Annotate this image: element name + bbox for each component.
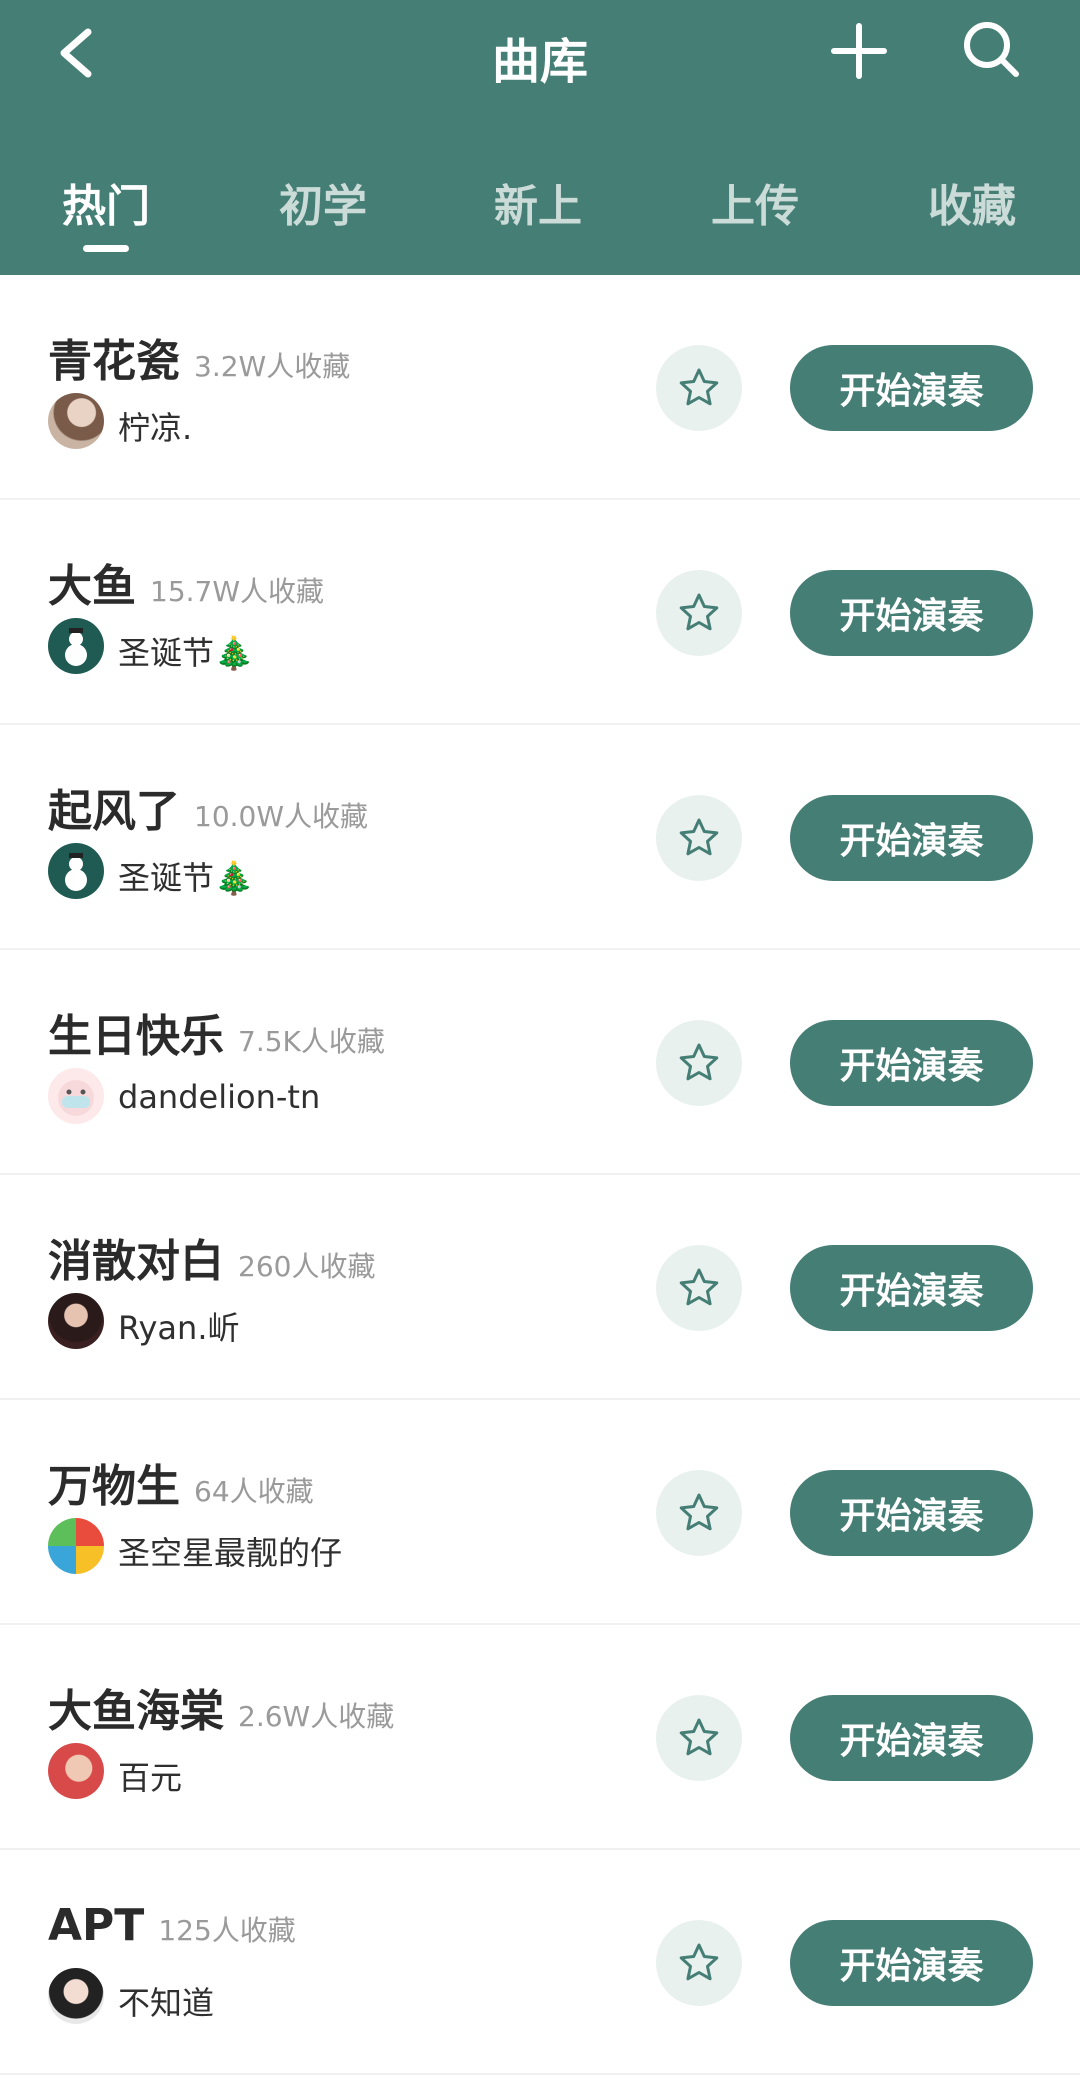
avatar[interactable] — [48, 1743, 104, 1799]
star-icon — [679, 1718, 719, 1756]
song-row[interactable]: 万物生 64人收藏 圣空星最靓的仔 开始演奏 — [0, 1400, 1080, 1625]
tab-beginner[interactable]: 初学 — [243, 170, 403, 234]
song-title: 大鱼海棠 — [48, 1686, 224, 1737]
song-row[interactable]: APT 125人收藏 不知道 开始演奏 — [0, 1850, 1080, 2075]
favorite-button[interactable] — [656, 345, 742, 431]
favorite-button[interactable] — [656, 1920, 742, 2006]
author-name[interactable]: 圣诞节🎄 — [118, 853, 254, 899]
favorite-button[interactable] — [656, 570, 742, 656]
song-title: APT — [48, 1900, 145, 1951]
song-title: 起风了 — [48, 786, 180, 837]
star-icon — [679, 1493, 719, 1531]
avatar[interactable] — [48, 843, 104, 899]
start-playing-button[interactable]: 开始演奏 — [790, 1020, 1033, 1106]
star-icon — [679, 1943, 719, 1981]
favorite-button[interactable] — [656, 1695, 742, 1781]
favorite-count: 7.5K人收藏 — [238, 1025, 385, 1058]
song-list: 青花瓷 3.2W人收藏 柠凉. 开始演奏 大鱼 15.7W人收藏 圣诞节🎄 开始… — [0, 275, 1080, 2075]
star-icon — [679, 593, 719, 631]
author-name[interactable]: 圣空星最靓的仔 — [118, 1528, 342, 1574]
song-title: 消散对白 — [48, 1236, 224, 1287]
song-row[interactable]: 大鱼海棠 2.6W人收藏 百元 开始演奏 — [0, 1625, 1080, 1850]
song-title: 万物生 — [48, 1461, 180, 1512]
page-title: 曲库 — [491, 34, 588, 90]
tab-favorites[interactable]: 收藏 — [892, 170, 1052, 234]
author-name[interactable]: 柠凉. — [118, 403, 192, 449]
favorite-count: 2.6W人收藏 — [238, 1700, 395, 1733]
category-tabs: 热门 初学 新上 上传 收藏 — [0, 160, 1080, 260]
author-name[interactable]: 百元 — [118, 1753, 182, 1799]
app-header: 曲库 热门 初学 新上 上传 收藏 — [0, 0, 1080, 275]
snowman-avatar-icon — [65, 853, 87, 891]
start-playing-button[interactable]: 开始演奏 — [790, 345, 1033, 431]
start-playing-button[interactable]: 开始演奏 — [790, 1695, 1033, 1781]
avatar[interactable] — [48, 1068, 104, 1124]
avatar[interactable] — [48, 1968, 104, 2024]
chevron-left-icon — [60, 28, 92, 78]
star-icon — [679, 368, 719, 406]
cartoon-avatar-icon — [58, 1080, 94, 1116]
back-button[interactable] — [50, 18, 110, 88]
song-row[interactable]: 消散对白 260人收藏 Ryan.岓 开始演奏 — [0, 1175, 1080, 1400]
song-row[interactable]: 青花瓷 3.2W人收藏 柠凉. 开始演奏 — [0, 275, 1080, 500]
avatar[interactable] — [48, 1293, 104, 1349]
avatar[interactable] — [48, 618, 104, 674]
star-icon — [679, 818, 719, 856]
author-name[interactable]: 不知道 — [118, 1978, 214, 2024]
favorite-button[interactable] — [656, 795, 742, 881]
tab-hot[interactable]: 热门 — [26, 170, 186, 234]
favorite-count: 10.0W人收藏 — [194, 800, 369, 833]
avatar[interactable] — [48, 1518, 104, 1574]
song-title: 生日快乐 — [48, 1011, 224, 1062]
author-name[interactable]: 圣诞节🎄 — [118, 628, 254, 674]
song-row[interactable]: 生日快乐 7.5K人收藏 dandelion-tn 开始演奏 — [0, 950, 1080, 1175]
song-title: 大鱼 — [48, 561, 136, 612]
favorite-button[interactable] — [656, 1470, 742, 1556]
author-name[interactable]: dandelion-tn — [118, 1078, 320, 1116]
star-icon — [679, 1268, 719, 1306]
start-playing-button[interactable]: 开始演奏 — [790, 1920, 1033, 2006]
favorite-button[interactable] — [656, 1020, 742, 1106]
start-playing-button[interactable]: 开始演奏 — [790, 570, 1033, 656]
start-playing-button[interactable]: 开始演奏 — [790, 1245, 1033, 1331]
search-button[interactable] — [958, 16, 1024, 82]
plus-icon — [831, 23, 887, 79]
start-playing-button[interactable]: 开始演奏 — [790, 1470, 1033, 1556]
favorite-count: 15.7W人收藏 — [150, 575, 325, 608]
song-row[interactable]: 大鱼 15.7W人收藏 圣诞节🎄 开始演奏 — [0, 500, 1080, 725]
favorite-count: 64人收藏 — [194, 1475, 314, 1508]
search-icon — [964, 22, 1019, 77]
active-tab-indicator — [83, 245, 129, 252]
tab-new[interactable]: 新上 — [458, 170, 618, 234]
song-row[interactable]: 起风了 10.0W人收藏 圣诞节🎄 开始演奏 — [0, 725, 1080, 950]
tab-upload[interactable]: 上传 — [675, 170, 835, 234]
nav-bar: 曲库 — [0, 0, 1080, 110]
start-playing-button[interactable]: 开始演奏 — [790, 795, 1033, 881]
snowman-avatar-icon — [65, 628, 87, 666]
author-name[interactable]: Ryan.岓 — [118, 1303, 240, 1349]
favorite-count: 3.2W人收藏 — [194, 350, 351, 383]
add-button[interactable] — [828, 20, 890, 82]
song-title: 青花瓷 — [48, 336, 180, 387]
favorite-count: 260人收藏 — [238, 1250, 376, 1283]
avatar[interactable] — [48, 393, 104, 449]
favorite-button[interactable] — [656, 1245, 742, 1331]
star-icon — [679, 1043, 719, 1081]
favorite-count: 125人收藏 — [158, 1914, 296, 1947]
